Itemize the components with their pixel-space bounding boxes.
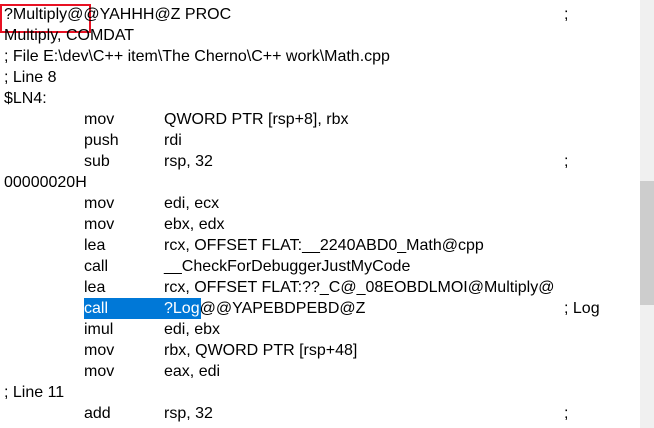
operands: rsp, 32 <box>164 405 213 422</box>
operands: ebx, edx <box>164 216 225 233</box>
instruction: push <box>84 132 119 149</box>
instruction: mov <box>84 195 115 212</box>
line-text: ; Line 11 <box>4 384 65 401</box>
code-line[interactable]: ?Multiply@@YAHHH@Z PROC; <box>0 4 640 33</box>
code-line[interactable]: push rdi <box>0 130 640 151</box>
instruction: mov <box>84 216 115 233</box>
operands: rbx, QWORD PTR [rsp+48] <box>164 342 358 359</box>
code-line[interactable]: lea rcx, OFFSET FLAT:??_C@_08EOBDLMOI@Mul… <box>0 277 640 298</box>
code-line[interactable]: call ?Log@@YAPEBDPEBD@Z ; Log <box>0 298 640 319</box>
line-text: ; File E:\dev\C++ item\The Cherno\C++ wo… <box>4 48 390 65</box>
code-line[interactable]: Multiply, COMDAT <box>0 25 640 46</box>
line-text: ; Line 8 <box>4 69 57 86</box>
vertical-scrollbar[interactable] <box>640 0 654 428</box>
operands: rsp, 32 <box>164 153 213 170</box>
code-line[interactable]: mov edi, ecx <box>0 193 640 214</box>
operands: QWORD PTR [rsp+8], rbx <box>164 111 349 128</box>
comment: ; <box>564 153 569 170</box>
code-line[interactable]: mov ebx, edx <box>0 214 640 235</box>
comment: ; <box>564 6 569 23</box>
instruction: sub <box>84 153 110 170</box>
instruction: mov <box>84 363 115 380</box>
code-line[interactable]: 00000020H <box>0 172 640 193</box>
operands: edi, ebx <box>164 321 221 338</box>
operands: rcx, OFFSET FLAT:??_C@_08EOBDLMOI@Multip… <box>164 279 555 296</box>
instruction: imul <box>84 321 114 338</box>
selected-operand-text: ?Log <box>164 300 200 317</box>
instruction: call <box>84 258 109 275</box>
line-text: ?Multiply@@YAHHH@Z PROC <box>4 4 231 25</box>
code-line[interactable]: mov QWORD PTR [rsp+8], rbx <box>0 109 640 130</box>
comment: ; Log <box>564 300 600 317</box>
code-line[interactable]: ; Line 8 <box>0 67 640 88</box>
operands: rcx, OFFSET FLAT:__2240ABD0_Math@cpp <box>164 237 484 254</box>
instruction: call <box>84 300 109 317</box>
scrollbar-thumb[interactable] <box>640 181 654 305</box>
operands: rdi <box>164 132 182 149</box>
operand-text-rest: @@YAPEBDPEBD@Z <box>199 300 366 317</box>
operands: eax, edi <box>164 363 221 380</box>
code-line[interactable]: ; File E:\dev\C++ item\The Cherno\C++ wo… <box>0 46 640 67</box>
boxed-text: ?Multiply@ <box>4 6 84 23</box>
instruction: mov <box>84 342 115 359</box>
line-text: Multiply, COMDAT <box>4 27 135 44</box>
code-line[interactable]: ; Line 11 <box>0 382 640 403</box>
instruction: mov <box>84 111 115 128</box>
code-line[interactable]: mov eax, edi <box>0 361 640 382</box>
line-text-rest: @YAHHH@Z PROC <box>83 6 232 23</box>
code-line[interactable]: mov rbx, QWORD PTR [rsp+48] <box>0 340 640 361</box>
code-line[interactable]: sub rsp, 32; <box>0 151 640 172</box>
operands: __CheckForDebuggerJustMyCode <box>164 258 411 275</box>
instruction: lea <box>84 237 106 254</box>
code-line[interactable]: imul edi, ebx <box>0 319 640 340</box>
operands: ?Log@@YAPEBDPEBD@Z <box>164 298 365 319</box>
instruction: lea <box>84 279 106 296</box>
comment: ; <box>564 405 569 422</box>
line-text: 00000020H <box>4 174 87 191</box>
code-line[interactable]: call __CheckForDebuggerJustMyCode <box>0 256 640 277</box>
instruction: add <box>84 405 111 422</box>
assembly-listing-editor[interactable]: ?Multiply@@YAHHH@Z PROC; Multiply, COMDAT… <box>0 0 640 428</box>
line-text: $LN4: <box>4 90 47 107</box>
code-line[interactable]: $LN4: <box>0 88 640 109</box>
operands: edi, ecx <box>164 195 220 212</box>
code-line[interactable]: add rsp, 32; <box>0 403 640 424</box>
code-line[interactable]: lea rcx, OFFSET FLAT:__2240ABD0_Math@cpp <box>0 235 640 256</box>
